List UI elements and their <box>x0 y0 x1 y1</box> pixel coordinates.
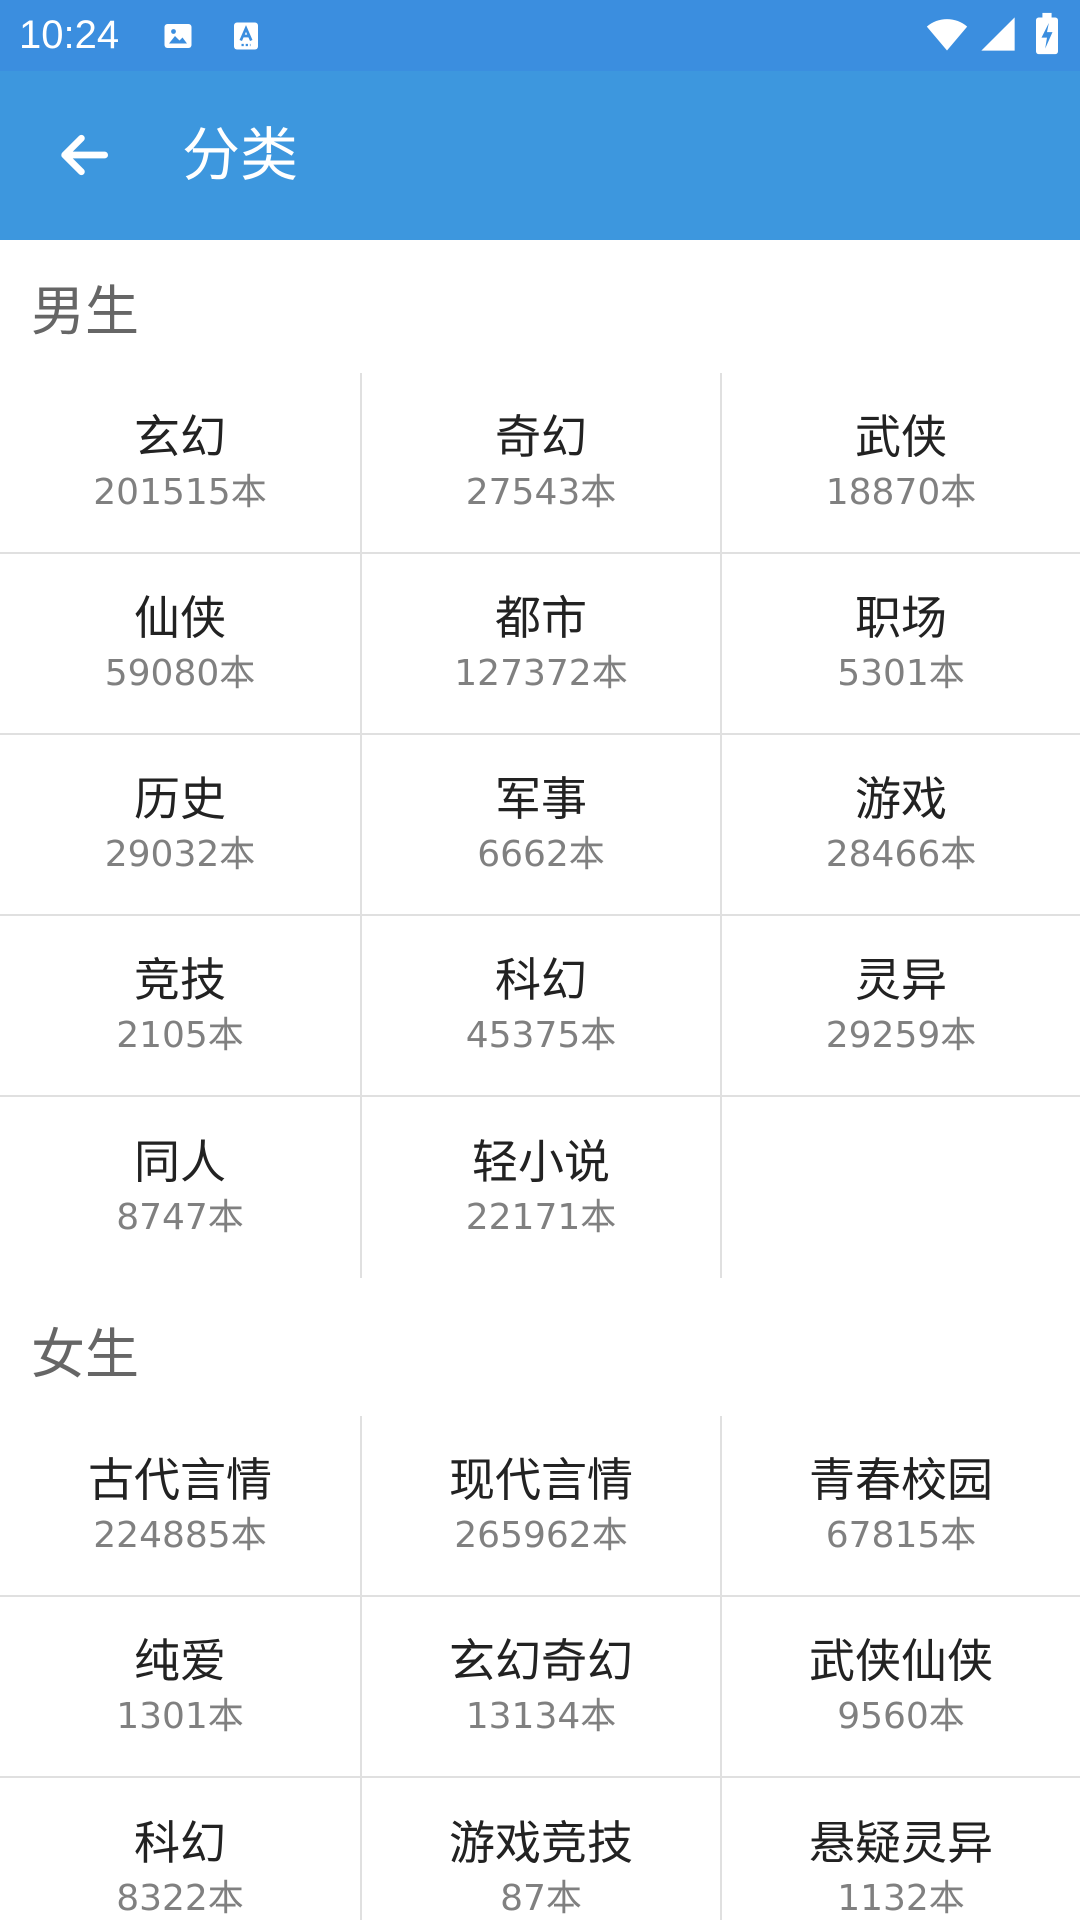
category-item[interactable]: 仙侠 59080本 <box>0 554 360 733</box>
book-count: 1132本 <box>837 1877 965 1919</box>
category-item[interactable]: 历史 29032本 <box>0 735 360 914</box>
category-name: 武侠 <box>855 409 947 464</box>
book-count: 265962本 <box>454 1514 628 1556</box>
book-count: 27543本 <box>465 471 617 513</box>
category-item[interactable]: 轻小说 22171本 <box>360 1097 720 1278</box>
book-count: 5301本 <box>837 652 965 694</box>
category-item[interactable]: 职场 5301本 <box>720 554 1080 733</box>
category-name: 历史 <box>134 771 226 826</box>
book-count: 201515本 <box>93 471 267 513</box>
status-bar: 10:24 <box>0 0 1080 71</box>
book-count: 22171本 <box>465 1196 617 1238</box>
book-count: 29259本 <box>825 1014 977 1056</box>
book-count: 6662本 <box>477 833 605 875</box>
grid-row: 仙侠 59080本 都市 127372本 职场 5301本 <box>0 554 1080 735</box>
book-count: 45375本 <box>465 1014 617 1056</box>
section-header-female: 女生 <box>31 1323 139 1386</box>
book-count: 9560本 <box>837 1695 965 1737</box>
grid-row: 历史 29032本 军事 6662本 游戏 28466本 <box>0 735 1080 916</box>
category-name: 仙侠 <box>134 590 226 645</box>
book-count: 29032本 <box>104 833 256 875</box>
category-name: 悬疑灵异 <box>809 1815 993 1870</box>
book-count: 8322本 <box>116 1877 244 1919</box>
category-item[interactable]: 同人 8747本 <box>0 1097 360 1278</box>
category-name: 游戏 <box>855 771 947 826</box>
section-header-male: 男生 <box>31 280 139 343</box>
category-name: 玄幻奇幻 <box>449 1633 633 1688</box>
arrow-left-icon <box>61 134 109 176</box>
category-name: 青春校园 <box>809 1452 993 1507</box>
empty-cell <box>720 1097 1080 1278</box>
category-item[interactable]: 玄幻奇幻 13134本 <box>360 1597 720 1776</box>
book-count: 28466本 <box>825 833 977 875</box>
category-item[interactable]: 古代言情 224885本 <box>0 1416 360 1595</box>
category-name: 玄幻 <box>134 409 226 464</box>
category-name: 科幻 <box>134 1815 226 1870</box>
category-name: 轻小说 <box>472 1134 610 1189</box>
grid-row: 纯爱 1301本 玄幻奇幻 13134本 武侠仙侠 9560本 <box>0 1597 1080 1778</box>
category-name: 军事 <box>495 771 587 826</box>
book-count: 127372本 <box>454 652 628 694</box>
category-item[interactable]: 军事 6662本 <box>360 735 720 914</box>
category-item[interactable]: 武侠仙侠 9560本 <box>720 1597 1080 1776</box>
category-item[interactable]: 科幻 8322本 <box>0 1778 360 1920</box>
back-button[interactable] <box>34 113 134 197</box>
category-item[interactable]: 科幻 45375本 <box>360 916 720 1095</box>
grid-row: 玄幻 201515本 奇幻 27543本 武侠 18870本 <box>0 373 1080 554</box>
category-item[interactable]: 现代言情 265962本 <box>360 1416 720 1595</box>
category-name: 灵异 <box>855 952 947 1007</box>
category-item[interactable]: 悬疑灵异 1132本 <box>720 1778 1080 1920</box>
signal-icon <box>981 17 1015 51</box>
image-icon <box>164 24 192 48</box>
book-count: 87本 <box>500 1877 582 1919</box>
category-name: 武侠仙侠 <box>809 1633 993 1688</box>
app-bar: 分类 <box>0 71 1080 240</box>
category-item[interactable]: 灵异 29259本 <box>720 916 1080 1095</box>
book-count: 59080本 <box>104 652 256 694</box>
book-count: 2105本 <box>116 1014 244 1056</box>
book-count: 8747本 <box>116 1196 244 1238</box>
book-count: 67815本 <box>825 1514 977 1556</box>
category-item[interactable]: 竞技 2105本 <box>0 916 360 1095</box>
category-name: 竞技 <box>134 952 226 1007</box>
book-count: 18870本 <box>825 471 977 513</box>
category-grid-female: 古代言情 224885本 现代言情 265962本 青春校园 67815本 纯爱… <box>0 1416 1080 1920</box>
book-count: 13134本 <box>465 1695 617 1737</box>
category-name: 奇幻 <box>495 409 587 464</box>
wifi-icon <box>926 19 968 51</box>
battery-charging-icon <box>1036 12 1058 55</box>
category-item[interactable]: 玄幻 201515本 <box>0 373 360 552</box>
category-content[interactable]: 男生 玄幻 201515本 奇幻 27543本 武侠 18870本 仙侠 590… <box>0 240 1080 1920</box>
category-grid-male: 玄幻 201515本 奇幻 27543本 武侠 18870本 仙侠 59080本… <box>0 373 1080 1278</box>
book-count: 224885本 <box>93 1514 267 1556</box>
category-item[interactable]: 游戏 28466本 <box>720 735 1080 914</box>
category-name: 纯爱 <box>134 1633 226 1688</box>
status-time: 10:24 <box>19 13 120 57</box>
book-count: 1301本 <box>116 1695 244 1737</box>
category-name: 现代言情 <box>449 1452 633 1507</box>
category-item[interactable]: 游戏竞技 87本 <box>360 1778 720 1920</box>
category-name: 游戏竞技 <box>449 1815 633 1870</box>
grid-row: 同人 8747本 轻小说 22171本 <box>0 1097 1080 1278</box>
category-item[interactable]: 奇幻 27543本 <box>360 373 720 552</box>
category-item[interactable]: 都市 127372本 <box>360 554 720 733</box>
category-item[interactable]: 武侠 18870本 <box>720 373 1080 552</box>
category-name: 古代言情 <box>88 1452 272 1507</box>
grid-row: 竞技 2105本 科幻 45375本 灵异 29259本 <box>0 916 1080 1097</box>
category-item[interactable]: 青春校园 67815本 <box>720 1416 1080 1595</box>
category-item[interactable]: 纯爱 1301本 <box>0 1597 360 1776</box>
category-name: 都市 <box>495 590 587 645</box>
category-name: 职场 <box>855 590 947 645</box>
category-name: 科幻 <box>495 952 587 1007</box>
a-icon <box>234 22 258 50</box>
page-title: 分类 <box>182 121 299 189</box>
grid-row: 科幻 8322本 游戏竞技 87本 悬疑灵异 1132本 <box>0 1778 1080 1920</box>
category-name: 同人 <box>134 1134 226 1189</box>
grid-row: 古代言情 224885本 现代言情 265962本 青春校园 67815本 <box>0 1416 1080 1597</box>
